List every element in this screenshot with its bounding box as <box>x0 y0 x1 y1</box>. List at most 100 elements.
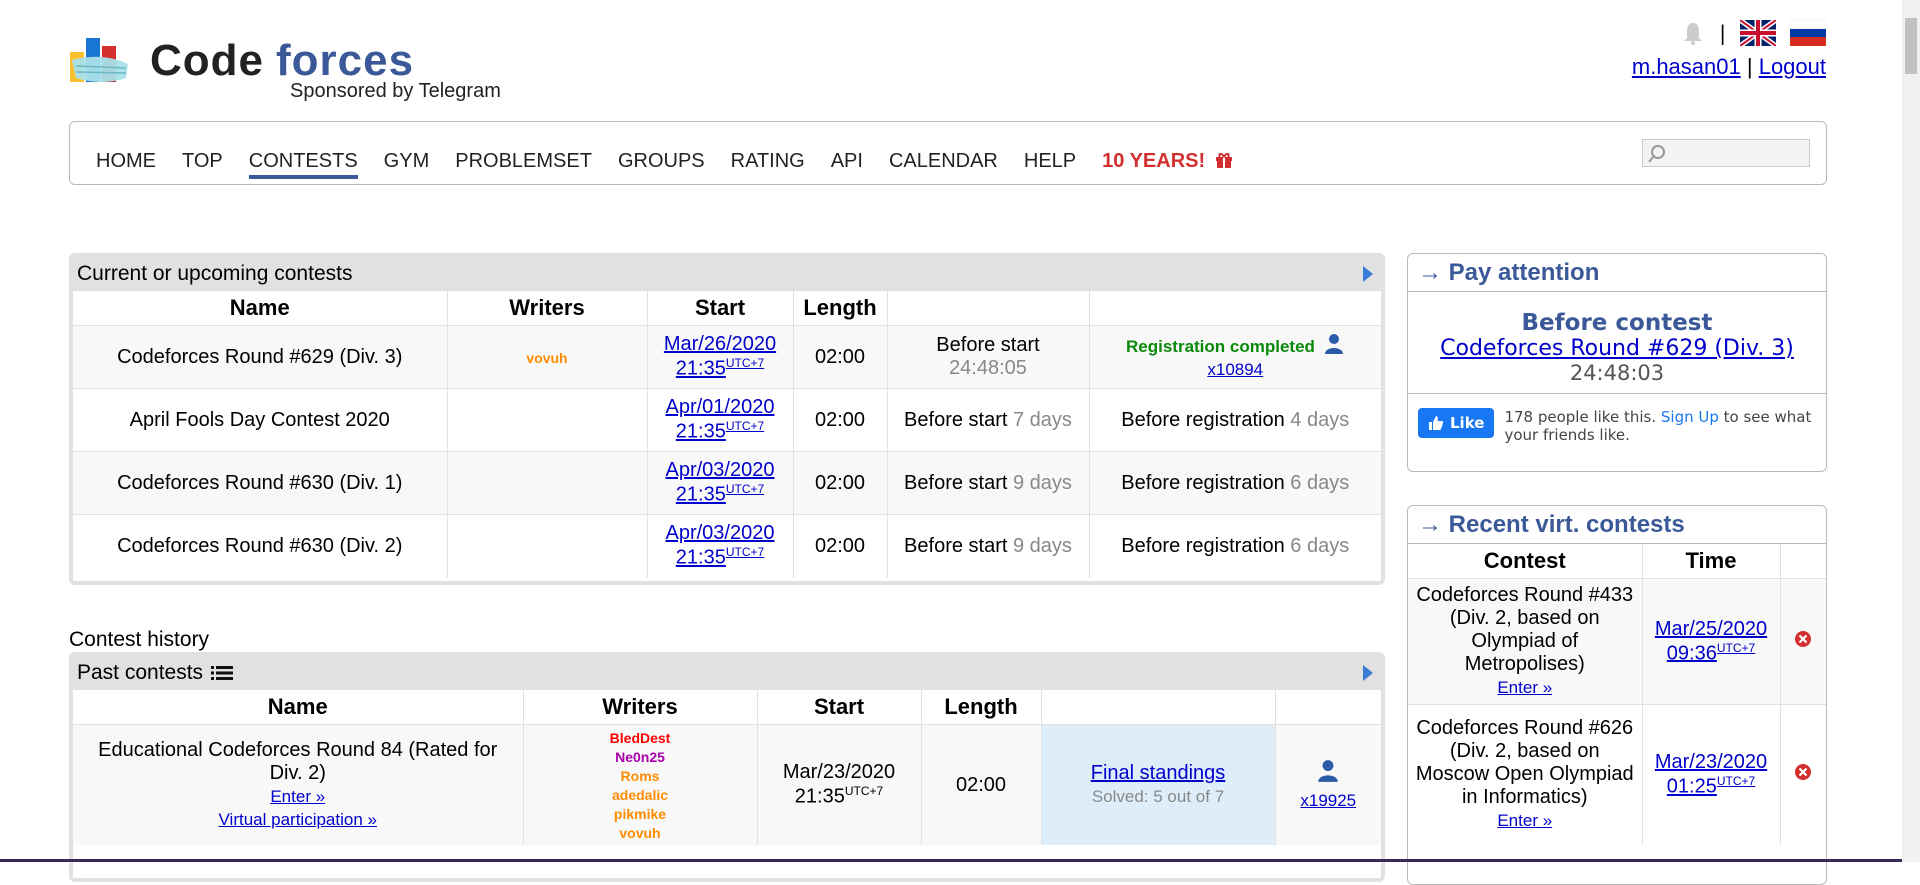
registration-countdown: 4 days <box>1290 408 1350 431</box>
enter-link[interactable]: Enter » <box>1497 678 1552 697</box>
virtual-contest-cell: Codeforces Round #626 (Div. 2, based on … <box>1408 704 1642 845</box>
start-date-link[interactable]: Apr/03/2020 <box>666 522 775 544</box>
menu-api[interactable]: API <box>831 130 863 179</box>
menu-contests[interactable]: CONTESTS <box>248 130 358 179</box>
utc-offset[interactable]: UTC+7 <box>726 545 764 559</box>
page-scrollbar[interactable] <box>1902 0 1920 862</box>
utc-offset[interactable]: UTC+7 <box>726 419 764 433</box>
contest-name: April Fools Day Contest 2020 <box>73 388 447 452</box>
contest-start[interactable]: Apr/03/2020 21:35UTC+7 <box>646 451 793 515</box>
participants-cell: x19925 <box>1274 724 1381 845</box>
virtual-time-link[interactable]: 09:36 <box>1667 642 1717 664</box>
virtual-time-link[interactable]: 01:25 <box>1667 776 1717 798</box>
participants-link[interactable]: x19925 <box>1300 791 1356 810</box>
logout-link[interactable]: Logout <box>1759 54 1826 79</box>
list-icon[interactable] <box>211 664 234 682</box>
header-standings <box>1040 690 1275 725</box>
start-time-link[interactable]: 21:35 <box>676 547 726 569</box>
utc-offset[interactable]: UTC+7 <box>1717 774 1755 788</box>
facebook-like-button[interactable]: Like <box>1418 408 1495 438</box>
recent-virtual-contests-box: → Recent virt. contests Contest Time Cod… <box>1407 505 1827 885</box>
expand-arrow-icon[interactable] <box>1361 265 1375 283</box>
utc-offset[interactable]: UTC+7 <box>726 356 764 370</box>
writer-link[interactable]: Roms <box>621 768 660 784</box>
writer-link[interactable]: Ne0n25 <box>615 749 665 765</box>
username-link[interactable]: m.hasan01 <box>1632 54 1741 79</box>
virtual-contest-cell: Codeforces Round #433 (Div. 2, based on … <box>1408 578 1642 705</box>
before-contest-label: Before contest <box>1521 310 1713 336</box>
delete-icon[interactable] <box>1794 630 1812 648</box>
like-count-text: 178 people like this. <box>1504 408 1657 426</box>
contest-start[interactable]: Apr/01/2020 21:35UTC+7 <box>646 388 793 452</box>
contest-length: 02:00 <box>920 724 1041 845</box>
contest-writer <box>446 388 647 452</box>
sponsor-text: Sponsored by Telegram <box>290 80 501 102</box>
menu-problemset[interactable]: PROBLEMSET <box>455 130 592 179</box>
current-contests-title: Current or upcoming contests <box>73 257 1381 291</box>
contest-countdown: 24:48:03 <box>1569 361 1665 385</box>
past-contests-table: Name Writers Start Length Educational Co… <box>73 690 1381 845</box>
header-participants <box>1274 690 1381 725</box>
contest-history-heading: Contest history <box>69 628 210 651</box>
menu-rating[interactable]: RATING <box>731 130 805 179</box>
scrollbar-thumb[interactable] <box>1905 18 1917 74</box>
russian-flag-icon[interactable] <box>1790 20 1826 46</box>
main-menu: HOME TOP CONTESTS GYM PROBLEMSET GROUPS … <box>69 121 1827 185</box>
header-time: Time <box>1641 544 1780 579</box>
contest-countdown: Before start 7 days <box>886 388 1089 452</box>
start-date-link[interactable]: Apr/03/2020 <box>666 459 775 481</box>
menu-10-years[interactable]: 10 YEARS! <box>1102 130 1233 179</box>
table-header-row: Name Writers Start Length <box>73 291 1381 326</box>
delete-icon[interactable] <box>1794 763 1812 781</box>
start-time-link[interactable]: 21:35 <box>676 421 726 443</box>
upcoming-contest-link[interactable]: Codeforces Round #629 (Div. 3) <box>1440 336 1794 361</box>
contest-length: 02:00 <box>792 325 887 389</box>
menu-calendar[interactable]: CALENDAR <box>889 130 998 179</box>
registration-status: Before registration 6 days <box>1088 514 1381 578</box>
contest-start[interactable]: Mar/26/2020 21:35UTC+7 <box>646 325 793 389</box>
virtual-participation-link[interactable]: Virtual participation » <box>219 810 377 829</box>
menu-items: HOME TOP CONTESTS GYM PROBLEMSET GROUPS … <box>96 122 1259 186</box>
contest-start[interactable]: Apr/03/2020 21:35UTC+7 <box>646 514 793 578</box>
english-flag-icon[interactable] <box>1740 20 1776 46</box>
pay-attention-body: Before contest Codeforces Round #629 (Di… <box>1408 292 1826 394</box>
writer-link[interactable]: adedalic <box>612 787 668 803</box>
writer-link[interactable]: pikmike <box>614 806 666 822</box>
utc-offset[interactable]: UTC+7 <box>1717 641 1755 655</box>
bell-icon[interactable] <box>1681 20 1705 46</box>
logo-forces: forces <box>276 36 415 85</box>
start-date-link[interactable]: Apr/01/2020 <box>666 396 775 418</box>
writer-link[interactable]: BledDest <box>610 730 671 746</box>
enter-link[interactable]: Enter » <box>270 787 325 806</box>
writer-link[interactable]: vovuh <box>619 825 660 841</box>
countdown-value: 24:48:05 <box>949 357 1027 379</box>
start-time-link[interactable]: 21:35 <box>676 358 726 380</box>
countdown-label: Before start <box>936 334 1040 356</box>
logo-text: Code forces <box>150 36 414 86</box>
contest-length: 02:00 <box>792 451 887 515</box>
start-date-link[interactable]: Mar/26/2020 <box>664 333 776 355</box>
menu-help[interactable]: HELP <box>1024 130 1076 179</box>
menu-home[interactable]: HOME <box>96 130 156 179</box>
menu-top[interactable]: TOP <box>182 130 223 179</box>
header-start: Start <box>646 291 793 326</box>
utc-offset[interactable]: UTC+7 <box>726 482 764 496</box>
header-length: Length <box>792 291 887 326</box>
facebook-signup-link[interactable]: Sign Up <box>1661 408 1719 426</box>
table-row: Codeforces Round #433 (Div. 2, based on … <box>1408 578 1826 705</box>
writer-link[interactable]: vovuh <box>526 350 567 366</box>
codeforces-logo[interactable]: Code forces Sponsored by Telegram <box>68 28 508 108</box>
table-row: Codeforces Round #630 (Div. 1) Apr/03/20… <box>73 451 1381 515</box>
virtual-date-link[interactable]: Mar/23/2020 <box>1655 751 1767 773</box>
final-standings-link[interactable]: Final standings <box>1091 762 1226 784</box>
expand-arrow-icon[interactable] <box>1361 664 1375 682</box>
registrants-link[interactable]: x10894 <box>1207 360 1263 379</box>
menu-groups[interactable]: GROUPS <box>618 130 705 179</box>
enter-link[interactable]: Enter » <box>1497 811 1552 830</box>
search-input[interactable] <box>1642 139 1810 167</box>
current-contests-table: Name Writers Start Length Codeforces Rou… <box>73 291 1381 578</box>
virtual-date-link[interactable]: Mar/25/2020 <box>1655 618 1767 640</box>
start-time-link[interactable]: 21:35 <box>676 484 726 506</box>
menu-gym[interactable]: GYM <box>384 130 430 179</box>
countdown-label: Before start <box>904 534 1008 557</box>
